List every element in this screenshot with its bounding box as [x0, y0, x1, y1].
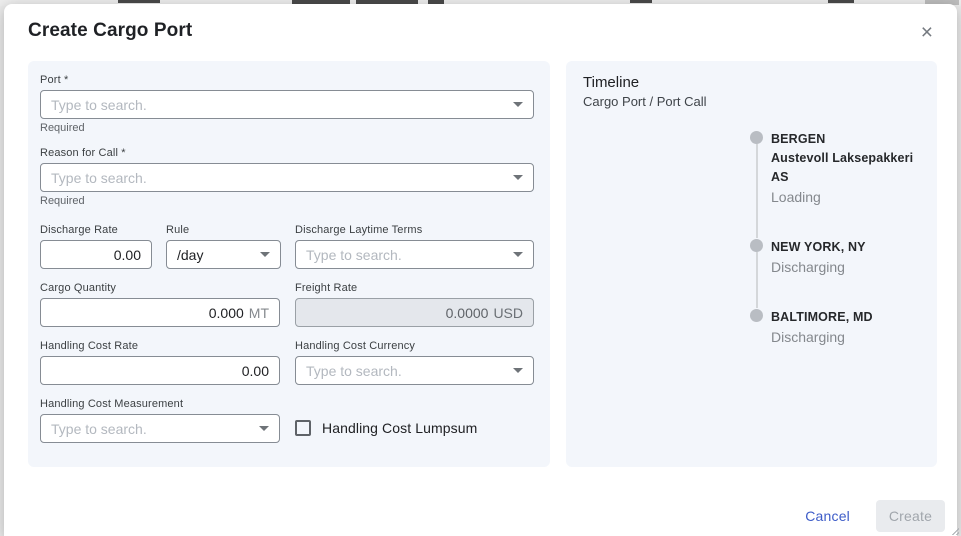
- timeline-connector: [756, 252, 758, 308]
- freight-rate-value: 0.0000: [306, 305, 488, 321]
- freight-rate-field-group: Freight Rate 0.0000 USD: [295, 282, 534, 327]
- discharge-laytime-terms-select[interactable]: [295, 240, 534, 269]
- discharge-rate-field[interactable]: [40, 240, 152, 269]
- freight-rate-field-disabled: 0.0000 USD: [295, 298, 534, 327]
- handling-cost-currency-select[interactable]: [295, 356, 534, 385]
- chevron-down-icon: [260, 252, 270, 257]
- chevron-down-icon: [513, 175, 523, 180]
- timeline-item-bergen: BERGEN Austevoll Laksepakkeri AS Loading: [750, 130, 921, 238]
- freight-rate-label: Freight Rate: [295, 282, 534, 294]
- handling-cost-rate-label: Handling Cost Rate: [40, 340, 280, 352]
- create-cargo-port-dialog: Create Cargo Port × Port * Required Reas…: [4, 4, 957, 536]
- timeline-port-name: BALTIMORE, MD: [771, 308, 873, 327]
- discharge-laytime-terms-label: Discharge Laytime Terms: [295, 224, 534, 236]
- freight-rate-unit: USD: [493, 305, 523, 321]
- handling-cost-currency-label: Handling Cost Currency: [295, 340, 534, 352]
- port-field-group: Port * Required: [40, 74, 534, 134]
- rule-value: /day: [177, 247, 252, 263]
- handling-cost-row: Handling Cost Rate Handling Cost Currenc…: [40, 340, 534, 385]
- reason-for-call-required-helper: Required: [40, 195, 534, 207]
- reason-for-call-search-input[interactable]: [51, 170, 505, 186]
- cargo-quantity-unit: MT: [249, 305, 269, 321]
- timeline-subtitle: Cargo Port / Port Call: [583, 94, 921, 109]
- timeline-list: BERGEN Austevoll Laksepakkeri AS Loading…: [750, 130, 921, 348]
- timeline-item-new-york: NEW YORK, NY Discharging: [750, 238, 921, 308]
- timeline-port-name: BERGEN: [771, 130, 921, 149]
- timeline-activity: Loading: [771, 187, 921, 207]
- handling-cost-lumpsum-checkbox[interactable]: [295, 420, 311, 436]
- discharge-laytime-terms-field-group: Discharge Laytime Terms: [295, 224, 534, 269]
- resize-handle-icon: [951, 527, 959, 535]
- timeline-port-detail: Austevoll Laksepakkeri AS: [771, 149, 921, 187]
- background-fragment: [630, 0, 652, 3]
- dialog-title: Create Cargo Port: [28, 20, 192, 42]
- port-required-helper: Required: [40, 122, 534, 134]
- dialog-body: Port * Required Reason for Call * Requir…: [28, 61, 937, 467]
- cargo-quantity-field-group: Cargo Quantity MT: [40, 282, 280, 327]
- discharge-rate-label: Discharge Rate: [40, 224, 152, 236]
- rule-label: Rule: [166, 224, 281, 236]
- dialog-header: Create Cargo Port ×: [4, 4, 957, 45]
- timeline-item-content: NEW YORK, NY Discharging: [771, 238, 866, 308]
- handling-cost-rate-field-group: Handling Cost Rate: [40, 340, 280, 385]
- timeline-rail: [750, 130, 763, 238]
- timeline-title: Timeline: [583, 74, 921, 91]
- chevron-down-icon: [259, 426, 269, 431]
- handling-cost-measurement-search-input[interactable]: [51, 421, 251, 437]
- handling-cost-measurement-label: Handling Cost Measurement: [40, 398, 280, 410]
- handling-cost-lumpsum-field-group: Handling Cost Lumpsum: [295, 420, 534, 436]
- port-select[interactable]: [40, 90, 534, 119]
- handling-cost-currency-field-group: Handling Cost Currency: [295, 340, 534, 385]
- close-icon[interactable]: ×: [917, 20, 937, 45]
- cargo-quantity-field[interactable]: MT: [40, 298, 280, 327]
- port-label: Port *: [40, 74, 534, 86]
- background-fragment: [828, 0, 854, 3]
- background-fragment: [118, 0, 160, 3]
- timeline-rail: [750, 308, 763, 348]
- timeline-dot-icon: [750, 239, 763, 252]
- quantity-freight-row: Cargo Quantity MT Freight Rate 0.0000 US…: [40, 282, 534, 327]
- discharge-rate-input[interactable]: [51, 247, 141, 263]
- chevron-down-icon: [513, 368, 523, 373]
- discharge-row: Discharge Rate Rule /day Discharge Layti…: [40, 224, 534, 269]
- reason-for-call-select[interactable]: [40, 163, 534, 192]
- discharge-rate-field-group: Discharge Rate: [40, 224, 152, 269]
- dialog-footer: Cancel Create: [4, 500, 957, 532]
- reason-for-call-label: Reason for Call *: [40, 147, 534, 159]
- timeline-item-content: BERGEN Austevoll Laksepakkeri AS Loading: [771, 130, 921, 238]
- cargo-quantity-label: Cargo Quantity: [40, 282, 280, 294]
- chevron-down-icon: [513, 102, 523, 107]
- timeline-activity: Discharging: [771, 257, 866, 277]
- timeline-activity: Discharging: [771, 327, 873, 347]
- reason-for-call-field-group: Reason for Call * Required: [40, 147, 534, 207]
- create-button[interactable]: Create: [876, 500, 945, 532]
- timeline-rail: [750, 238, 763, 308]
- cancel-button[interactable]: Cancel: [805, 508, 850, 524]
- handling-cost-row-2: Handling Cost Measurement Handling Cost …: [40, 398, 534, 443]
- rule-select[interactable]: /day: [166, 240, 281, 269]
- handling-cost-measurement-select[interactable]: [40, 414, 280, 443]
- timeline-dot-icon: [750, 131, 763, 144]
- timeline-item-baltimore: BALTIMORE, MD Discharging: [750, 308, 921, 348]
- handling-cost-rate-field[interactable]: [40, 356, 280, 385]
- timeline-connector: [756, 144, 758, 238]
- timeline-item-content: BALTIMORE, MD Discharging: [771, 308, 873, 348]
- timeline-port-name: NEW YORK, NY: [771, 238, 866, 257]
- timeline-panel: Timeline Cargo Port / Port Call BERGEN A…: [566, 61, 937, 467]
- cargo-quantity-input[interactable]: [51, 305, 244, 321]
- timeline-dot-icon: [750, 309, 763, 322]
- handling-cost-currency-search-input[interactable]: [306, 363, 505, 379]
- handling-cost-lumpsum-label: Handling Cost Lumpsum: [322, 420, 477, 436]
- discharge-laytime-terms-search-input[interactable]: [306, 247, 505, 263]
- port-search-input[interactable]: [51, 97, 505, 113]
- cargo-port-form-panel: Port * Required Reason for Call * Requir…: [28, 61, 550, 467]
- handling-cost-rate-input[interactable]: [51, 363, 269, 379]
- rule-field-group: Rule /day: [166, 224, 281, 269]
- handling-cost-measurement-field-group: Handling Cost Measurement: [40, 398, 280, 443]
- chevron-down-icon: [513, 252, 523, 257]
